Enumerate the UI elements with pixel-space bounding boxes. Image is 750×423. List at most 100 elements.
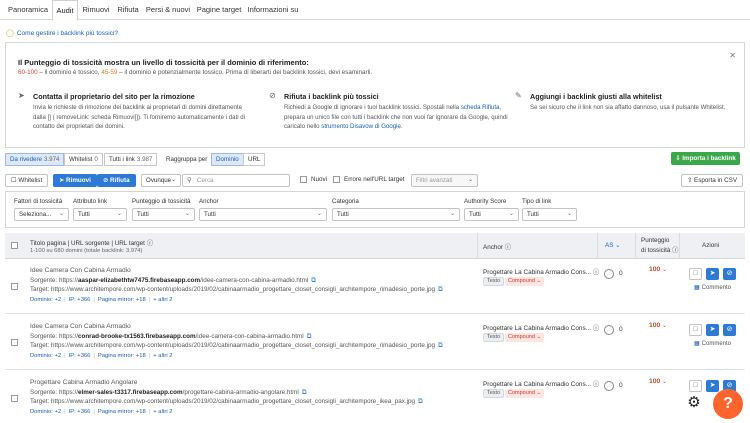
row-checkbox[interactable] (11, 339, 18, 346)
tab-persi-nuovi[interactable]: Persi & nuovi (144, 0, 192, 20)
remove-button[interactable]: ➤ Rimuovi (53, 174, 97, 187)
info-icon: ⓘ (504, 244, 511, 251)
column-title[interactable]: Titolo pagina | URL sorgente | URL targe… (30, 238, 153, 247)
tag-text: Testo (483, 333, 505, 342)
info-icon: ⓘ (592, 381, 600, 388)
table-row: Progettare Cabina Armadio Angolare Sorge… (5, 371, 745, 423)
tab-panoramica[interactable]: Panoramica (4, 0, 52, 20)
whitelist-row-button[interactable]: □ (689, 324, 702, 336)
help-fab-button[interactable]: ? (713, 389, 743, 419)
block-icon: ⊘ (726, 382, 733, 389)
authority-score-ring (604, 269, 614, 279)
row-meta: Dominio: +2 | IP: +366 | Pagina mirror: +18 |… (30, 409, 173, 415)
toxicity-score[interactable]: 100 ⌄ (649, 378, 667, 385)
filter-link-attribute[interactable]: Tutti ⌄ (73, 208, 127, 221)
whitelist-row-button[interactable]: □ (689, 380, 702, 392)
filter-toxicity-factors[interactable]: Seleziona... ⌄ (14, 208, 69, 221)
reject-row-button[interactable]: ⊘ (723, 268, 736, 280)
column-toxicity-score[interactable]: Punteggio (641, 237, 669, 244)
column-toxicity-score-line2: di tossicità ⓘ (641, 247, 679, 254)
toxicity-score[interactable]: 100 ⌄ (649, 322, 667, 329)
reject-row-button[interactable]: ⊘ (723, 324, 736, 336)
toxicity-score[interactable]: 100 ⌄ (649, 266, 667, 273)
comment-button[interactable]: ▦ Commento (694, 284, 731, 291)
tab-rifiuta[interactable]: Rifiuta (114, 0, 142, 20)
source-url[interactable]: Sorgente: https://elmer-sales-t3317.fire… (30, 389, 306, 397)
external-link-icon: ⧉ (418, 398, 423, 405)
domain-link[interactable]: Dominio: +2 (30, 297, 61, 303)
filter-to-review[interactable]: Da rivedere 3.974 (5, 153, 65, 166)
domain-link[interactable]: Dominio: +2 (30, 409, 61, 415)
anchor-text: Progettare La Cabina Armadio Cons... ⓘ (483, 269, 600, 276)
advanced-filters-select[interactable]: Filtri avanzati ⌄ (411, 174, 478, 187)
target-url[interactable]: Target: https://www.architempore.com/wp-… (30, 342, 442, 350)
close-icon[interactable]: ✕ (729, 51, 736, 60)
filter-all-links[interactable]: Tutti i link 3.987 (104, 153, 158, 166)
table-row: Idee Camera Con Cabina Armadio Sorgente:… (5, 315, 745, 370)
group-by-domain[interactable]: Dominio (211, 153, 244, 166)
remove-row-button[interactable]: ➤ (706, 380, 719, 392)
document-icon: □ (693, 270, 698, 277)
ip-link[interactable]: IP: +366 (69, 409, 91, 415)
mirror-link[interactable]: Pagina mirror: +18 (98, 297, 146, 303)
chevron-down-icon: ⌄ (449, 211, 455, 217)
source-url[interactable]: Sorgente: https://aaspar-elizabethtw7475… (30, 277, 316, 285)
tab-pagine-target[interactable]: Pagine target (194, 0, 244, 20)
tab-informazioni[interactable]: Informazioni su (246, 0, 300, 20)
row-checkbox[interactable] (11, 395, 18, 402)
domain-link[interactable]: Dominio: +2 (30, 353, 61, 359)
ip-link[interactable]: IP: +366 (69, 297, 91, 303)
filter-toxicity-score[interactable]: Tutti ⌄ (132, 208, 195, 221)
import-backlinks-button[interactable]: ⇩ Importa i backlink (671, 152, 740, 165)
tab-audit[interactable]: Audit (52, 0, 78, 21)
chevron-down-icon: ⌄ (316, 211, 322, 217)
new-checkbox[interactable]: Nuovi (300, 176, 327, 183)
ip-link[interactable]: IP: +366 (69, 353, 91, 359)
column-anchor[interactable]: Anchor ⓘ (483, 242, 511, 251)
reject-tab-link[interactable]: scheda Rifiuta (461, 104, 500, 111)
search-scope-select[interactable]: Ovunque ⌄ (141, 174, 181, 187)
reject-button[interactable]: ⊘ Rifiuta (97, 174, 136, 187)
settings-gear-icon[interactable]: ⚙ (684, 393, 704, 413)
more-link[interactable]: + altri 2 (153, 409, 172, 415)
row-checkbox[interactable] (11, 283, 18, 290)
target-url[interactable]: Target: https://www.architempore.com/wp-… (30, 286, 442, 294)
anchor-text: Progettare La Cabina Armadio Cons... ⓘ (483, 381, 600, 388)
page-title: Idee Camera Con Cabina Armadio (30, 323, 131, 330)
help-link[interactable]: ◯ Come gestire i backlink più tossici? (6, 29, 118, 37)
select-all-checkbox[interactable] (11, 242, 18, 249)
filter-whitelist[interactable]: Whitelist 0 (64, 153, 103, 166)
tab-rimuovi[interactable]: Rimuovi (80, 0, 112, 20)
whitelist-row-button[interactable]: □ (689, 268, 702, 280)
mirror-link[interactable]: Pagina mirror: +18 (98, 353, 146, 359)
row-meta: Dominio: +2 | IP: +366 | Pagina mirror: +18 |… (30, 297, 173, 303)
more-link[interactable]: + altri 2 (153, 353, 172, 359)
filter-authority-score[interactable]: Tutti ⌄ (464, 208, 519, 221)
filter-label-category: Categoria (332, 198, 359, 205)
block-icon: ⊘ (726, 326, 733, 333)
column-actions: Azioni (702, 242, 720, 249)
comment-button[interactable]: ▦ Commento (694, 340, 731, 347)
filter-link-type[interactable]: Tutti ⌄ (522, 208, 577, 221)
remove-row-button[interactable]: ➤ (706, 268, 719, 280)
disavow-tool-link[interactable]: strumento Disavow di Google (321, 123, 401, 130)
document-check-icon: ✎ (515, 91, 522, 100)
source-url[interactable]: Sorgente: https://conrad-brooke-tx1563.f… (30, 333, 311, 341)
group-by-url[interactable]: URL (243, 153, 266, 166)
more-link[interactable]: + altri 2 (153, 297, 172, 303)
column-divider (635, 233, 636, 259)
chevron-down-icon: ⌄ (662, 379, 667, 385)
export-csv-button[interactable]: ⇧ Esporta in CSV (681, 174, 744, 187)
filter-anchor[interactable]: Tutti ⌄ (199, 208, 327, 221)
filter-category[interactable]: Tutti ⌄ (332, 208, 460, 221)
whitelist-button[interactable]: ☐ Whitelist (5, 174, 49, 187)
tag-compound: Compound ⌄ (505, 277, 545, 286)
search-input[interactable]: ⚲ Cerca (182, 174, 290, 187)
block-icon: ⊘ (726, 270, 733, 277)
url-errors-checkbox[interactable]: Errore nell'URL target (333, 176, 404, 183)
tag-compound: Compound ⌄ (505, 333, 545, 342)
column-authority-score[interactable]: AS ⌄ (605, 242, 620, 249)
remove-row-button[interactable]: ➤ (706, 324, 719, 336)
mirror-link[interactable]: Pagina mirror: +18 (98, 409, 146, 415)
target-url[interactable]: Target: https://www.architempore.com/wp-… (30, 398, 423, 406)
